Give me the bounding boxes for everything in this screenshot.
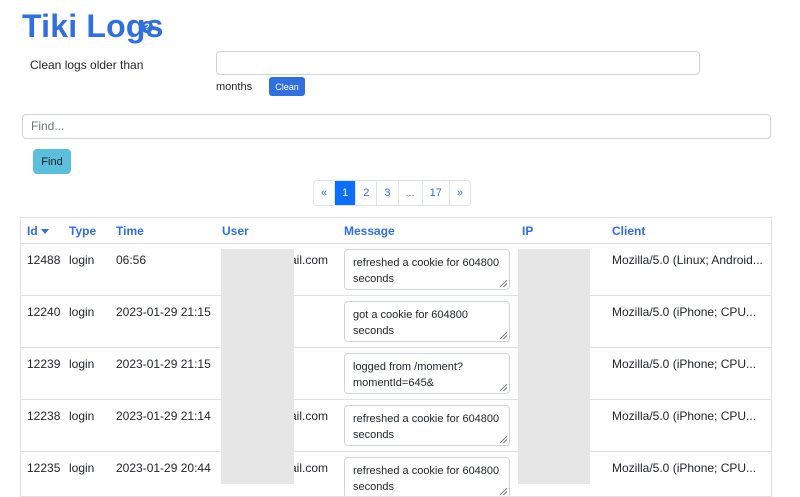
months-label: months xyxy=(216,81,252,93)
resize-grip-icon[interactable] xyxy=(500,332,507,339)
resize-grip-icon[interactable] xyxy=(500,488,507,495)
message-textarea[interactable]: got a cookie for 604800 seconds xyxy=(344,301,510,342)
page-2[interactable]: 2 xyxy=(355,181,376,205)
cell-time: 2023-01-29 20:44 xyxy=(110,452,216,497)
cell-time: 2023-01-29 21:15 xyxy=(110,296,216,348)
cell-type: login xyxy=(63,400,110,452)
page-17[interactable]: 17 xyxy=(422,181,449,205)
column-header-client[interactable]: Client xyxy=(606,218,771,244)
pagination: « 1 2 3 ... 17 » xyxy=(313,180,471,206)
cell-message: got a cookie for 604800 seconds xyxy=(338,296,516,348)
clean-months-input[interactable] xyxy=(216,51,700,75)
column-header-user[interactable]: User xyxy=(216,218,338,244)
redaction-block-user xyxy=(221,249,294,484)
message-textarea[interactable]: refreshed a cookie for 604800 seconds xyxy=(344,249,510,290)
user-email-fragment: ail.com xyxy=(290,409,328,423)
cell-id: 12235 xyxy=(21,452,63,497)
resize-grip-icon[interactable] xyxy=(500,436,507,443)
resize-grip-icon[interactable] xyxy=(500,280,507,287)
clean-logs-label: Clean logs older than xyxy=(30,58,143,72)
table-row: 12488 login 06:56 ail.com refreshed a co… xyxy=(21,244,771,296)
cell-time: 2023-01-29 21:15 xyxy=(110,348,216,400)
cell-message: refreshed a cookie for 604800 seconds xyxy=(338,452,516,497)
cell-type: login xyxy=(63,348,110,400)
logs-table: Id Type Time User Message IP Client 1248… xyxy=(20,217,772,497)
user-email-fragment: ail.com xyxy=(290,253,328,267)
cell-id: 12238 xyxy=(21,400,63,452)
page-next[interactable]: » xyxy=(449,181,470,205)
find-button[interactable]: Find xyxy=(33,149,71,174)
resize-grip-icon[interactable] xyxy=(500,384,507,391)
cell-id: 12488 xyxy=(21,244,63,296)
message-textarea[interactable]: refreshed a cookie for 604800 seconds xyxy=(344,405,510,446)
column-header-message[interactable]: Message xyxy=(338,218,516,244)
cell-client: Mozilla/5.0 (iPhone; CPU... xyxy=(606,452,771,497)
cell-message: refreshed a cookie for 604800 seconds xyxy=(338,400,516,452)
cell-client: Mozilla/5.0 (iPhone; CPU... xyxy=(606,348,771,400)
cell-message: logged from /moment?momentId=645& xyxy=(338,348,516,400)
cell-type: login xyxy=(63,296,110,348)
find-input[interactable]: Find... xyxy=(22,114,771,139)
column-header-time[interactable]: Time xyxy=(110,218,216,244)
cell-time: 06:56 xyxy=(110,244,216,296)
message-textarea[interactable]: logged from /moment?momentId=645& xyxy=(344,353,510,394)
table-row: 12239 login 2023-01-29 21:15 logged from… xyxy=(21,348,771,400)
table-row: 12238 login 2023-01-29 21:14 ail.com ref… xyxy=(21,400,771,452)
cell-client: Mozilla/5.0 (Linux; Android... xyxy=(606,244,771,296)
cell-client: Mozilla/5.0 (iPhone; CPU... xyxy=(606,296,771,348)
cell-message: refreshed a cookie for 604800 seconds xyxy=(338,244,516,296)
cell-type: login xyxy=(63,452,110,497)
page-prev[interactable]: « xyxy=(314,181,334,205)
page-ellipsis: ... xyxy=(398,181,422,205)
column-header-type[interactable]: Type xyxy=(63,218,110,244)
clean-button[interactable]: Clean xyxy=(269,77,305,96)
cell-time: 2023-01-29 21:14 xyxy=(110,400,216,452)
page-1[interactable]: 1 xyxy=(334,181,355,205)
table-row: 12240 login 2023-01-29 21:15 got a cooki… xyxy=(21,296,771,348)
user-email-fragment: ail.com xyxy=(290,461,328,475)
sort-desc-icon xyxy=(41,229,49,234)
column-header-id[interactable]: Id xyxy=(21,218,63,244)
table-row: 12235 login 2023-01-29 20:44 ail.com ref… xyxy=(21,452,771,497)
help-icon[interactable]: ? xyxy=(141,21,153,33)
column-header-ip[interactable]: IP xyxy=(516,218,606,244)
message-textarea[interactable]: refreshed a cookie for 604800 seconds xyxy=(344,457,510,497)
page-3[interactable]: 3 xyxy=(376,181,397,205)
redaction-block-ip xyxy=(518,249,590,484)
cell-client: Mozilla/5.0 (iPhone; CPU... xyxy=(606,400,771,452)
cell-id: 12239 xyxy=(21,348,63,400)
cell-type: login xyxy=(63,244,110,296)
cell-id: 12240 xyxy=(21,296,63,348)
